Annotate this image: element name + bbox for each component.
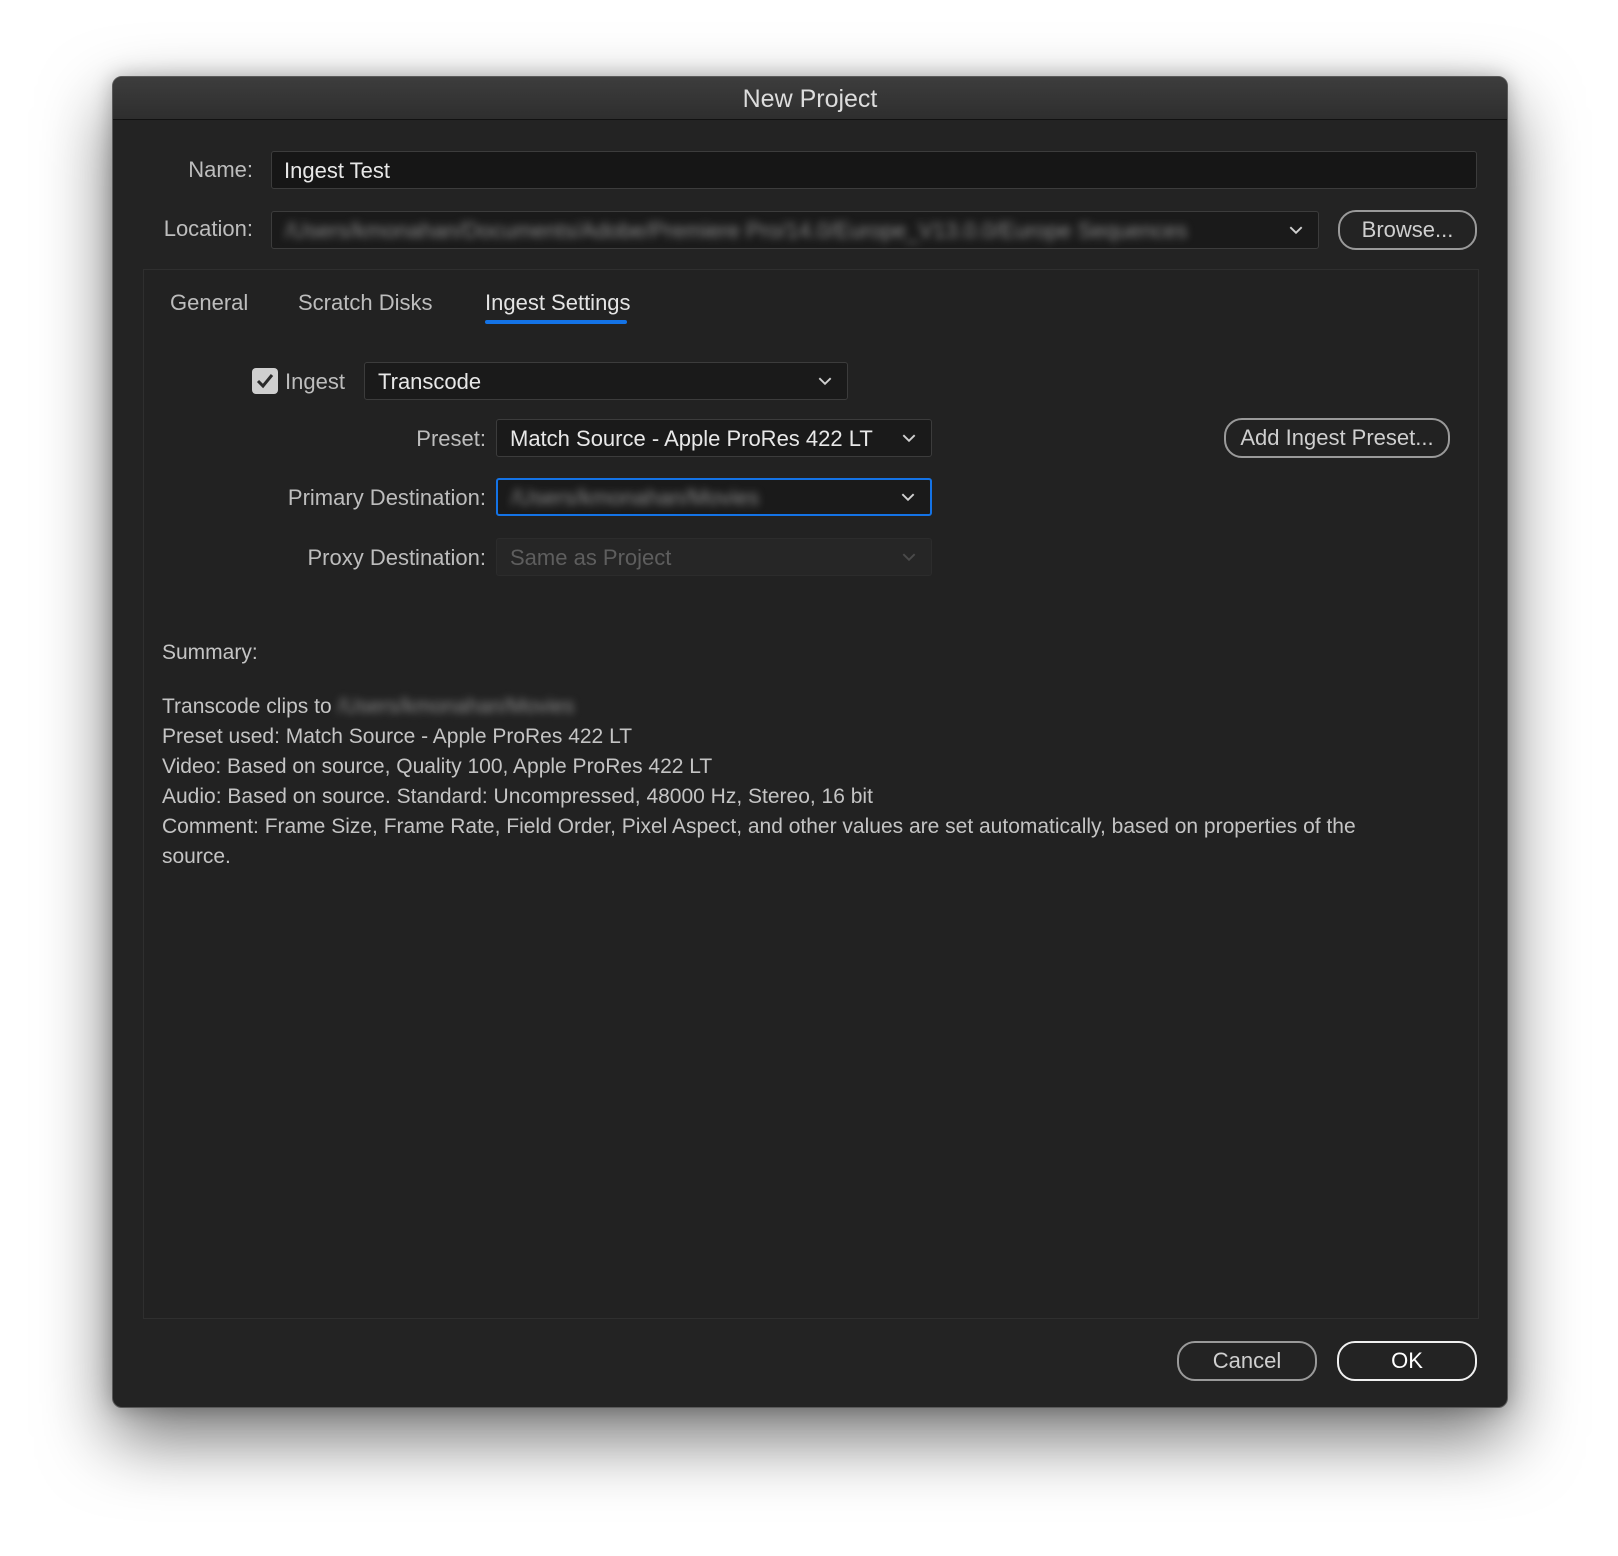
summary-heading: Summary: [162,641,258,664]
preset-value: Match Source - Apple ProRes 422 LT [510,426,873,451]
new-project-dialog: New Project Name: Ingest Test Location: … [112,76,1508,1408]
preset-select[interactable]: Match Source - Apple ProRes 422 LT [496,419,932,457]
ingest-mode-select[interactable]: Transcode [364,362,848,400]
tab-general[interactable]: General [170,290,248,316]
preset-label: Preset: [416,426,486,451]
settings-panel: General Scratch Disks Ingest Settings In… [143,269,1479,1319]
location-label: Location: [163,216,253,241]
name-label: Name: [188,157,253,182]
chevron-down-icon [1289,226,1303,235]
primary-destination-select[interactable]: /Users/kmonahan/Movies [496,478,932,516]
cancel-button[interactable]: Cancel [1177,1341,1317,1381]
tab-scratch-disks[interactable]: Scratch Disks [298,290,432,316]
location-select[interactable]: /Users/kmonahan/Documents/Adobe/Premiere… [271,211,1319,249]
browse-button[interactable]: Browse... [1338,210,1477,250]
summary-line-audio: Audio: Based on source. Standard: Uncomp… [162,785,873,808]
add-ingest-preset-button[interactable]: Add Ingest Preset... [1224,418,1450,458]
summary-line-comment: Comment: Frame Size, Frame Rate, Field O… [162,815,1356,838]
summary-transcode-path: /Users/kmonahan/Movies [337,695,575,718]
proxy-destination-select: Same as Project [496,538,932,576]
chevron-down-icon [901,493,915,502]
ok-button[interactable]: OK [1337,1341,1477,1381]
name-input[interactable]: Ingest Test [271,151,1477,189]
chevron-down-icon [902,553,916,562]
name-input-value: Ingest Test [284,158,390,183]
summary-line-comment-cont: source. [162,845,231,868]
proxy-destination-value: Same as Project [510,545,672,570]
primary-destination-label: Primary Destination: [287,485,486,510]
location-path: /Users/kmonahan/Documents/Adobe/Premiere… [285,218,1188,243]
tab-ingest-settings[interactable]: Ingest Settings [485,290,631,316]
ingest-checkbox[interactable] [252,368,278,394]
window-title: New Project [113,77,1507,120]
proxy-destination-label: Proxy Destination: [307,545,486,570]
summary-line-video: Video: Based on source, Quality 100, App… [162,755,713,778]
summary-transcode-prefix: Transcode clips to [162,695,332,718]
checkmark-icon [256,374,274,389]
ingest-label: Ingest [285,369,345,394]
active-tab-indicator [485,320,627,324]
summary-line-transcode: Transcode clips to /Users/kmonahan/Movie… [162,692,574,722]
chevron-down-icon [902,434,916,443]
primary-destination-path: /Users/kmonahan/Movies [511,485,760,510]
ingest-mode-value: Transcode [378,369,482,394]
chevron-down-icon [818,377,832,386]
summary-line-preset: Preset used: Match Source - Apple ProRes… [162,725,633,748]
